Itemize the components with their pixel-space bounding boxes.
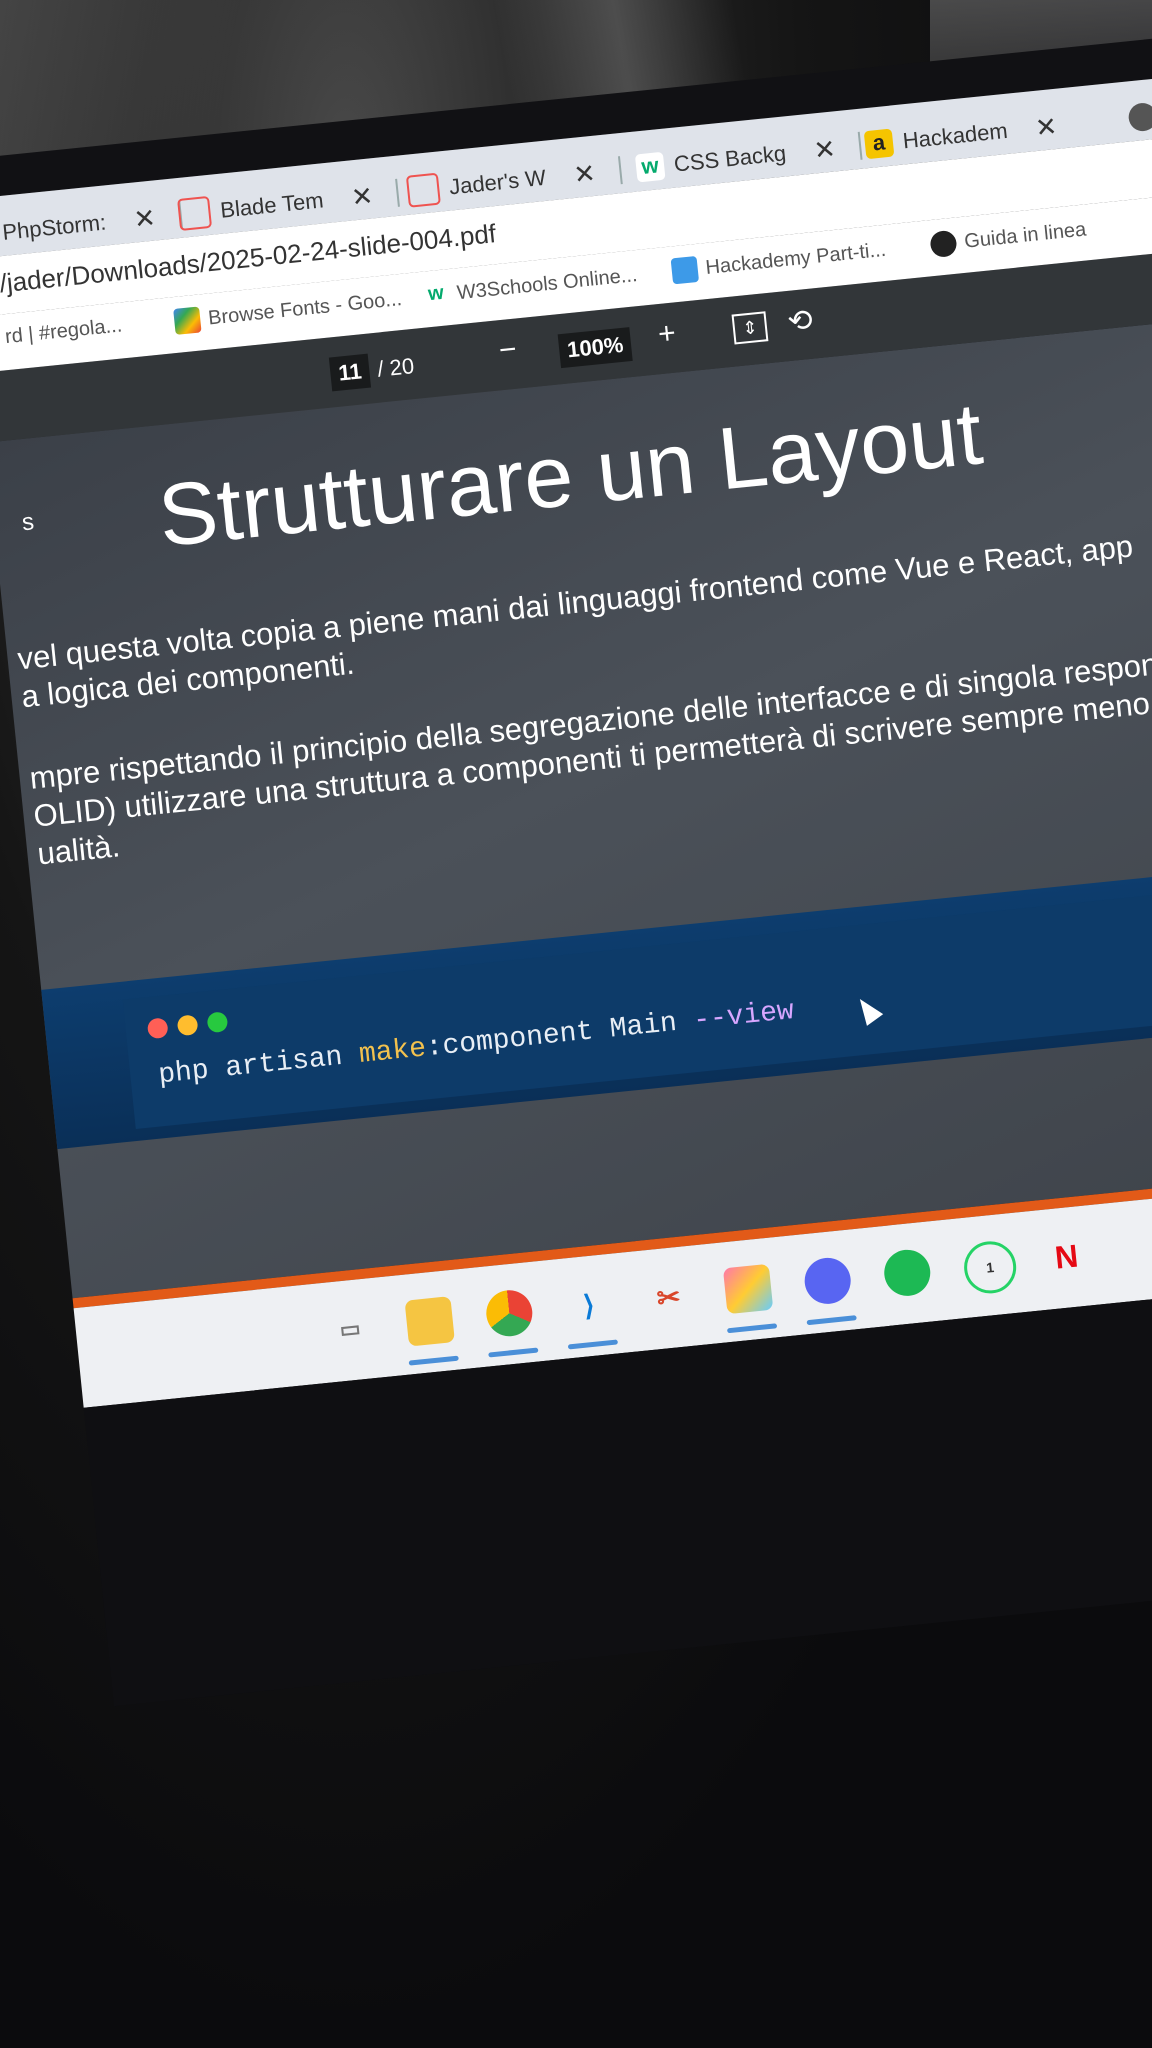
fit-page-icon[interactable]: ⇕ — [731, 311, 769, 345]
close-icon[interactable]: ✕ — [1034, 110, 1059, 143]
close-icon[interactable]: ✕ — [572, 157, 597, 190]
bookmark-label: W3Schools Online... — [455, 263, 639, 304]
bookmark-label: Hackademy Part-ti... — [704, 238, 888, 279]
window-minimize-dot — [176, 1014, 199, 1037]
running-indicator — [408, 1355, 459, 1366]
running-indicator — [567, 1339, 619, 1350]
tab-label: Hackadem — [901, 117, 1009, 154]
running-indicator — [488, 1347, 539, 1358]
bookmark-guida[interactable]: Guida in linea — [929, 216, 1088, 259]
laptop-screen: PhpStorm: ✕ Blade Tem ✕ Jader's W ✕ w CS… — [0, 30, 1152, 1707]
globe-icon — [1127, 101, 1152, 133]
tab-separator — [617, 156, 623, 185]
tab-separator — [395, 178, 401, 207]
code-make: make — [357, 1033, 428, 1072]
tab-label: Blade Tem — [219, 187, 325, 223]
running-indicator — [806, 1315, 857, 1326]
sidebar-fragment: s — [20, 508, 36, 537]
photos-icon[interactable] — [722, 1263, 774, 1315]
window-maximize-dot — [206, 1011, 229, 1034]
w3schools-icon: w — [427, 281, 445, 306]
code-window: php artisan make:component Main --view — [122, 878, 1152, 1130]
bookmark-label: Browse Fonts - Goo... — [207, 287, 403, 330]
window-close-dot — [146, 1017, 169, 1040]
zoom-level[interactable]: 100% — [557, 327, 633, 369]
bookmark-hackademy[interactable]: Hackademy Part-ti... — [670, 237, 888, 285]
page-number-input[interactable]: 11 — [328, 353, 372, 392]
code-view-flag: --view — [691, 996, 796, 1038]
bookmark-label: Guida in linea — [963, 217, 1088, 253]
close-icon[interactable]: ✕ — [132, 202, 157, 235]
rotate-icon[interactable]: ⟲ — [786, 303, 815, 340]
snipping-tool-icon[interactable]: ✂ — [643, 1272, 693, 1322]
google-fonts-icon — [173, 306, 202, 335]
bookmark-w3schools[interactable]: w W3Schools Online... — [422, 262, 639, 310]
paragraph-2-line-3: ualità. — [35, 828, 122, 872]
code-component: :component Main — [424, 1006, 696, 1065]
dropbox-icon — [670, 255, 700, 285]
task-view-icon[interactable]: ▭ — [325, 1304, 375, 1354]
chrome-icon[interactable] — [484, 1288, 535, 1339]
spotify-icon[interactable] — [882, 1247, 933, 1299]
laravel-icon — [405, 172, 441, 208]
close-icon[interactable]: ✕ — [350, 180, 375, 213]
tab-label: Jader's W — [447, 164, 548, 200]
bookmark-regola[interactable]: rd | #regola... — [4, 314, 123, 349]
bookmark-label: rd | #regola... — [3, 314, 124, 349]
discord-icon[interactable] — [802, 1255, 853, 1307]
page-total: / 20 — [376, 353, 416, 382]
vscode-icon[interactable]: ⟩ — [564, 1280, 614, 1330]
running-indicator — [726, 1323, 778, 1334]
tab-label: CSS Backg — [672, 140, 788, 177]
whatsapp-icon[interactable]: 1 — [961, 1238, 1019, 1296]
zoom-in-button[interactable]: + — [657, 316, 678, 352]
photo-scene: PhpStorm: ✕ Blade Tem ✕ Jader's W ✕ w CS… — [0, 0, 1152, 2048]
netflix-icon[interactable]: N — [1041, 1231, 1091, 1281]
tab-separator — [858, 131, 863, 160]
amazon-icon: a — [863, 128, 895, 160]
tab-partial[interactable] — [1126, 93, 1152, 142]
tab-label: PhpStorm: — [1, 209, 108, 245]
laravel-icon — [177, 195, 213, 231]
w3schools-icon: w — [634, 151, 666, 183]
close-icon[interactable]: ✕ — [812, 133, 837, 166]
code-php-artisan: php artisan — [156, 1040, 361, 1092]
zoom-out-button[interactable]: − — [497, 333, 518, 369]
bookmark-google-fonts[interactable]: Browse Fonts - Goo... — [173, 286, 403, 335]
pdf-slide: s Strutturare un Layout vel questa volta… — [0, 313, 1152, 1299]
github-icon — [929, 229, 958, 259]
file-explorer-icon[interactable] — [404, 1296, 455, 1347]
page-indicator: 11 / 20 — [328, 349, 416, 392]
whatsapp-badge: 1 — [985, 1259, 995, 1276]
